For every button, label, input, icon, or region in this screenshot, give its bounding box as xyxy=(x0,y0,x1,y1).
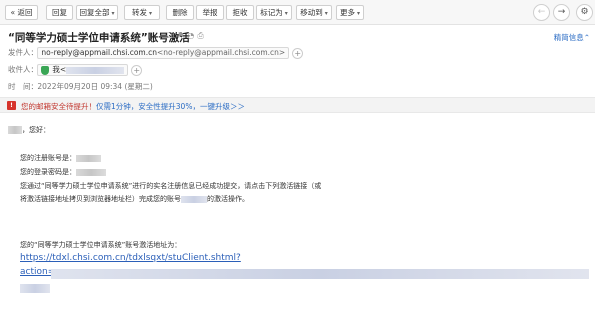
bookmark-icon[interactable]: ☐ xyxy=(167,31,177,40)
next-mail-button[interactable]: → xyxy=(553,4,570,21)
toolbar: « 返回 回复 回复全部 ▾ 转发 ▾ 删除 举报 拒收 标记为 ▾ 移动到 ▾ 更多 ▾… xyxy=(0,0,595,25)
password-line: 您的登录密码是： xyxy=(20,167,106,177)
chevron-down-icon: ▾ xyxy=(284,10,288,17)
activation-label: 您的“同等学力硕士学位申请系统”账号激活地址为： xyxy=(20,241,182,249)
redacted-link-part-2 xyxy=(20,284,50,293)
forward-button[interactable]: 转发 ▾ xyxy=(124,5,160,20)
from-label: 发件人： xyxy=(8,48,38,57)
more-button[interactable]: 更多 ▾ xyxy=(336,5,364,20)
mark-as-button[interactable]: 标记为 ▾ xyxy=(256,5,292,20)
body-line-1: 您通过“同等学力硕士学位申请系统”进行的实名注册信息已经成功提交，请点击下列激活… xyxy=(20,182,322,190)
chevron-down-icon: ▾ xyxy=(324,10,328,17)
subject-actions: ☐⚑◔⎙ xyxy=(167,31,207,41)
email-subject: “同等学力硕士学位申请系统”账号激活 xyxy=(8,32,190,44)
chevron-down-icon: ▾ xyxy=(148,10,152,17)
body-line-2: 将激活链接地址拷贝到浏览器地址栏）完成您的账号 的激活操作。 xyxy=(20,195,249,203)
settings-button[interactable]: ⚙ xyxy=(576,4,593,21)
redacted-username xyxy=(76,154,101,162)
reject-button[interactable]: 拒收 xyxy=(226,5,254,20)
chevron-down-icon: ▾ xyxy=(356,10,360,17)
arrow-left-icon: ← xyxy=(537,7,546,17)
greeting: ，您好： xyxy=(8,125,50,135)
clock-icon[interactable]: ◔ xyxy=(187,31,197,40)
chevron-up-icon: ⌃ xyxy=(583,33,590,42)
sender-email: no-reply@appmail.chsi.com.cn xyxy=(41,48,157,57)
back-button[interactable]: « 返回 xyxy=(5,5,38,20)
redacted-account xyxy=(181,195,207,203)
time-label: 时 间： xyxy=(8,82,38,91)
banner-text[interactable]: 您的邮箱安全待提升！仅需1分钟，安全性提升30%，一键升级＞＞ xyxy=(21,101,245,112)
double-chevron-left-icon: « xyxy=(10,8,16,17)
prev-mail-button[interactable]: ← xyxy=(533,4,550,21)
detail-toggle-link[interactable]: 精简信息⌃ xyxy=(554,32,590,43)
print-icon[interactable]: ⎙ xyxy=(197,31,206,40)
sender-chip[interactable]: no-reply@appmail.chsi.com.cn<no-reply@ap… xyxy=(37,47,290,59)
time-row: 时 间： 2022年09月20日 09:34 (星期二) xyxy=(8,81,153,92)
report-button[interactable]: 举报 xyxy=(196,5,224,20)
recipient-name: 我< xyxy=(52,65,67,74)
recipient-chip[interactable]: 我< xyxy=(37,64,129,76)
flag-icon[interactable]: ⚑ xyxy=(177,31,187,40)
activation-link-line-2[interactable]: action= xyxy=(20,267,55,277)
time-value: 2022年09月20日 09:34 (星期二) xyxy=(37,82,153,91)
to-row: 收件人： 我< + xyxy=(8,64,143,76)
sender-address: <no-reply@appmail.chsi.com.cn> xyxy=(157,48,286,57)
from-row: 发件人： no-reply@appmail.chsi.com.cn<no-rep… xyxy=(8,47,304,59)
chevron-down-icon: ▾ xyxy=(111,10,115,17)
gear-icon: ⚙ xyxy=(580,7,589,17)
activation-link-line-1[interactable]: https://tdxl.chsi.com.cn/tdxlsqxt/stuCli… xyxy=(20,253,241,263)
redacted-recipient xyxy=(66,66,125,74)
security-banner[interactable]: ! 您的邮箱安全待提升！仅需1分钟，安全性提升30%，一键升级＞＞ xyxy=(0,97,595,113)
banner-warning: 您的邮箱安全待提升！ xyxy=(21,102,96,111)
redacted-name xyxy=(8,126,22,134)
arrow-right-icon: → xyxy=(557,7,566,17)
reply-button[interactable]: 回复 xyxy=(46,5,73,20)
shield-icon xyxy=(41,65,50,75)
alert-icon: ! xyxy=(7,101,16,110)
delete-button[interactable]: 删除 xyxy=(166,5,194,20)
move-to-button[interactable]: 移动到 ▾ xyxy=(296,5,332,20)
add-contact-button[interactable]: + xyxy=(292,47,304,59)
banner-cta: 仅需1分钟，安全性提升30%，一键升级＞＞ xyxy=(96,102,245,111)
to-label: 收件人： xyxy=(8,65,38,74)
redacted-link-part-1 xyxy=(51,269,589,279)
reply-all-button[interactable]: 回复全部 ▾ xyxy=(76,5,118,20)
add-recipient-button[interactable]: + xyxy=(131,64,143,76)
redacted-password xyxy=(76,168,106,176)
username-line: 您的注册账号是： xyxy=(20,153,101,163)
